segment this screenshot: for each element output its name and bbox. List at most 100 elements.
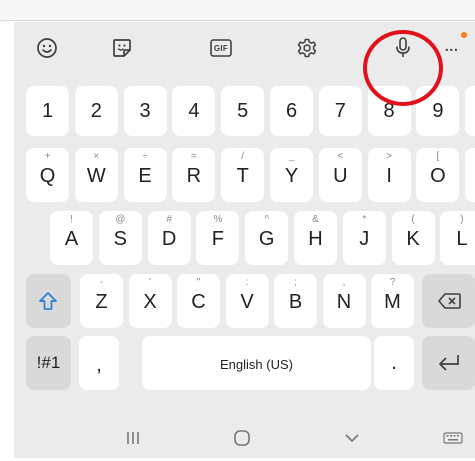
key-9[interactable]: 9 xyxy=(416,86,460,136)
key-0[interactable]: 0 xyxy=(465,86,475,136)
key-5-label: 5 xyxy=(237,100,249,122)
key-g-label: G xyxy=(258,228,275,250)
key-x[interactable]: ' X xyxy=(128,274,172,328)
key-y[interactable]: _ Y xyxy=(270,148,313,202)
recent-apps-button[interactable] xyxy=(111,423,155,453)
key-2-label: 2 xyxy=(90,100,102,122)
key-h-label: H xyxy=(308,228,323,250)
emoji-button[interactable] xyxy=(25,28,69,68)
key-b[interactable]: ; B xyxy=(274,274,317,328)
key-r[interactable]: = R xyxy=(172,148,216,202)
backspace-key[interactable] xyxy=(422,274,475,328)
key-0-label: 0 xyxy=(465,100,475,122)
sticker-button[interactable] xyxy=(100,28,144,68)
key-4[interactable]: 4 xyxy=(172,86,216,136)
gif-button[interactable]: GIF xyxy=(199,28,243,68)
key-2[interactable]: 2 xyxy=(74,86,118,136)
key-c[interactable]: " C xyxy=(177,274,220,328)
sticker-icon xyxy=(113,39,131,57)
key-1-label: 1 xyxy=(41,100,54,122)
key-g[interactable]: ^ G xyxy=(245,211,289,265)
home-button[interactable] xyxy=(220,423,264,453)
key-m-label: M xyxy=(384,291,401,313)
key-u-label: U xyxy=(333,165,348,187)
key-4-label: 4 xyxy=(188,100,200,122)
key-n[interactable]: ,N xyxy=(322,274,366,328)
key-b-label: B xyxy=(288,291,303,313)
key-z-secondary-label: - xyxy=(99,277,104,288)
enter-key[interactable] xyxy=(422,336,475,390)
key-g-secondary-label: ^ xyxy=(264,214,270,225)
key-d-label: D xyxy=(161,228,177,250)
space-key[interactable]: English (US) xyxy=(142,336,371,390)
notification-dot xyxy=(461,32,467,38)
keyboard-toolbar: GIF ... xyxy=(14,22,475,72)
key-l-secondary-label: ) xyxy=(460,214,464,225)
home-icon xyxy=(234,430,250,446)
key-k[interactable]: (K xyxy=(391,211,435,265)
comma-key[interactable]: , xyxy=(79,336,119,390)
key-t[interactable]: / T xyxy=(221,148,265,202)
key-6[interactable]: 6 xyxy=(270,86,313,136)
key-l[interactable]: ) L xyxy=(440,211,475,265)
period-key[interactable]: . xyxy=(374,336,414,390)
key-h[interactable]: & H xyxy=(294,211,337,265)
key-z[interactable]: -Z xyxy=(80,274,123,328)
key-u[interactable]: < U xyxy=(318,148,362,202)
key-7[interactable]: 7 xyxy=(318,86,362,136)
key-o-secondary-label: [ xyxy=(436,151,440,162)
back-button[interactable] xyxy=(330,423,374,453)
back-icon xyxy=(345,434,359,442)
key-1[interactable]: 1 xyxy=(26,86,69,136)
symbols-key[interactable]: !#1 xyxy=(26,336,71,390)
key-y-label: Y xyxy=(284,165,299,187)
more-icon: ... xyxy=(444,33,459,56)
key-i[interactable]: > I xyxy=(367,148,411,202)
key-q-label: Q xyxy=(39,165,56,187)
key-d[interactable]: # D xyxy=(147,211,191,265)
key-v-label: V xyxy=(240,291,254,313)
key-a-label: A xyxy=(64,228,79,250)
key-o[interactable]: [O xyxy=(416,148,460,202)
key-5[interactable]: 5 xyxy=(221,86,265,136)
key-f-label: F xyxy=(211,228,224,250)
voice-input-button[interactable] xyxy=(381,28,425,68)
key-n-label: N xyxy=(336,291,352,313)
key-f[interactable]: % F xyxy=(196,211,240,265)
key-v-secondary-label: : xyxy=(245,277,249,288)
key-3[interactable]: 3 xyxy=(123,86,167,136)
key-s[interactable]: @ S xyxy=(98,211,142,265)
shift-key[interactable] xyxy=(26,274,71,328)
more-button[interactable]: ... xyxy=(444,28,475,68)
key-d-secondary-label: # xyxy=(166,214,172,225)
key-f-secondary-label: % xyxy=(213,214,223,225)
key-n-secondary-label: , xyxy=(342,277,346,288)
key-e[interactable]: ÷ E xyxy=(123,148,167,202)
key-c-secondary-label: " xyxy=(196,277,201,288)
key-u-secondary-label: < xyxy=(337,151,344,162)
settings-icon xyxy=(297,38,317,58)
recent-apps-icon xyxy=(127,432,139,444)
key-e-label: E xyxy=(138,165,152,187)
key-8[interactable]: 8 xyxy=(367,86,411,136)
key-m[interactable]: ? M xyxy=(371,274,414,328)
settings-button[interactable] xyxy=(285,28,329,68)
key-q[interactable]: + Q xyxy=(26,148,69,202)
key-x-label: X xyxy=(143,291,157,313)
key-s-label: S xyxy=(113,228,127,250)
key-i-label: I xyxy=(386,165,392,187)
key-w-label: W xyxy=(86,165,106,187)
key-a[interactable]: ! A xyxy=(50,211,93,265)
key-h-secondary-label: & xyxy=(312,214,319,225)
key-c-label: C xyxy=(191,291,206,313)
key-j[interactable]: * J xyxy=(342,211,386,265)
key-p-secondary-label: ] xyxy=(465,151,475,162)
backspace-icon xyxy=(438,293,461,309)
key-t-label: T xyxy=(236,165,249,187)
keyboard-hide-button[interactable] xyxy=(438,423,468,453)
key-v[interactable]: :V xyxy=(225,274,269,328)
key-9-label: 9 xyxy=(432,100,444,122)
key-p[interactable]: ]P xyxy=(465,148,475,202)
key-z-label: Z xyxy=(95,291,108,313)
key-w[interactable]: × W xyxy=(74,148,118,202)
